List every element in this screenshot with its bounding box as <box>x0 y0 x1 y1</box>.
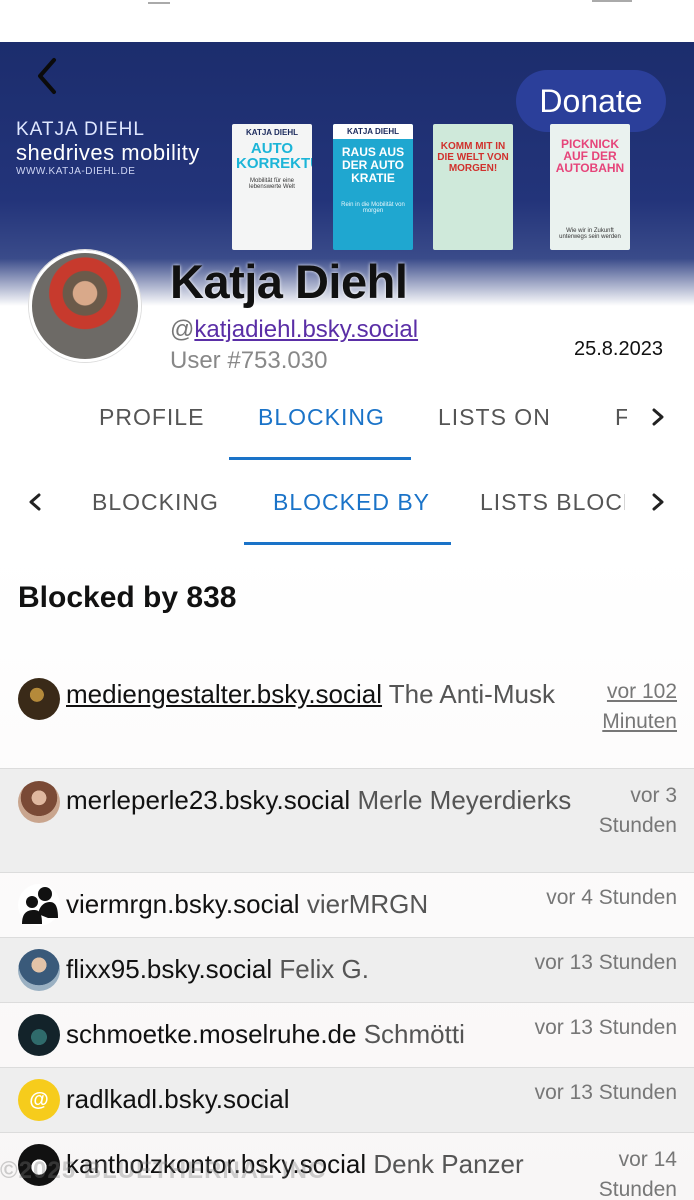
blocked-time-line: vor 13 Stunden <box>534 1081 677 1104</box>
tab-blocking[interactable]: BLOCKING <box>258 404 385 431</box>
blocked-time-line: Stunden <box>598 1178 677 1200</box>
subtab-blocking[interactable]: BLOCKING <box>92 489 219 516</box>
blocked-time[interactable]: vor 3 Stunden <box>557 781 677 841</box>
user-handle[interactable]: radlkadl.bsky.social <box>66 1084 290 1114</box>
blocked-time-line: vor 13 Stunden <box>534 951 677 974</box>
blocked-time-line: vor 13 Stunden <box>534 1016 677 1039</box>
tabs-scroll-right[interactable] <box>648 402 668 432</box>
user-display-name: vierMRGN <box>306 889 429 919</box>
book-cover: KATJA DIEHL RAUS AUS DER AUTO KRATIE Rei… <box>333 124 413 250</box>
user-handle[interactable]: merleperle23.bsky.social <box>66 785 350 815</box>
book-cover: KATJA DIEHL AUTO KORREKTUR Mobilität für… <box>232 124 312 250</box>
book-title: RAUS AUS DER AUTO KRATIE <box>341 145 405 185</box>
subtab-lists-blocking[interactable]: LISTS BLOCKING <box>480 489 625 516</box>
list-item[interactable]: mediengestalter.bsky.social The Anti-Mus… <box>0 651 694 768</box>
user-display-name: Felix G. <box>279 954 369 984</box>
profile-avatar <box>29 250 141 362</box>
donate-button[interactable]: Donate <box>516 70 666 132</box>
profile-name: Katja Diehl <box>170 255 408 308</box>
book-title: PICKNICK AUF DER AUTOBAHN <box>555 137 625 175</box>
blocked-time[interactable]: vor 13 Stunden <box>507 1013 677 1043</box>
blocked-time[interactable]: vor 4 Stunden <box>507 883 677 913</box>
user-display-name: Schmötti <box>363 1019 465 1049</box>
list-item[interactable]: flixx95.bsky.social Felix G. vor 13 Stun… <box>0 937 694 1002</box>
blocked-time-line: vor 14 <box>618 1148 677 1171</box>
chevron-left-icon <box>29 493 41 511</box>
book-subtitle: Rein in die Mobilität von morgen <box>341 202 405 214</box>
user-entry: schmoetke.moselruhe.de Schmötti <box>18 1013 578 1056</box>
primary-tabs: PROFILE BLOCKING LISTS ON F <box>0 378 694 460</box>
book-author: KATJA DIEHL <box>246 128 298 137</box>
brand-tagline: shedrives mobility <box>16 140 200 165</box>
book-cover: PICKNICK AUF DER AUTOBAHN Wie wir in Zuk… <box>550 124 630 250</box>
blocked-by-panel: Blocked by 838 mediengestalter.bsky.soci… <box>0 548 694 1200</box>
user-entry: merleperle23.bsky.social Merle Meyerdier… <box>18 779 578 822</box>
blocked-time-line: vor 4 Stunden <box>546 886 677 909</box>
blocked-time-line: vor 3 <box>630 784 677 807</box>
subtab-blocked-by[interactable]: BLOCKED BY <box>273 489 430 516</box>
user-display-name: Merle Meyerdierks <box>357 785 572 815</box>
list-item[interactable]: viermrgn.bsky.social vierMRGN vor 4 Stun… <box>0 872 694 937</box>
tab-more[interactable]: F <box>615 404 627 431</box>
handle-prefix: @ <box>170 316 195 343</box>
active-tab-indicator <box>229 457 411 460</box>
user-entry: radlkadl.bsky.social <box>18 1078 578 1121</box>
user-handle[interactable]: flixx95.bsky.social <box>66 954 272 984</box>
chevron-left-icon <box>38 58 56 94</box>
blocked-time[interactable]: vor 14 Stunden <box>557 1145 677 1200</box>
user-handle[interactable]: mediengestalter.bsky.social <box>66 679 382 709</box>
blocked-time-line: Minuten <box>602 710 677 733</box>
user-entry: mediengestalter.bsky.social The Anti-Mus… <box>18 673 578 716</box>
active-subtab-indicator <box>244 542 451 545</box>
brand-url: WWW.KATJA-DIEHL.DE <box>16 166 136 177</box>
book-subtitle: Mobilität für eine lebenswerte Welt <box>249 178 295 190</box>
tab-profile[interactable]: PROFILE <box>99 404 204 431</box>
blocked-time[interactable]: vor 102 Minuten <box>557 677 677 737</box>
back-button[interactable] <box>28 54 68 98</box>
profile-handle: @katjadiehl.bsky.social <box>170 316 418 344</box>
status-glyph <box>148 0 170 4</box>
subtabs-scroll-right[interactable] <box>648 487 668 517</box>
copyright-watermark: ©2025 BLUETHERNAL INC <box>0 1157 327 1184</box>
user-display-name: Denk Panzer <box>373 1149 524 1179</box>
blocked-time[interactable]: vor 13 Stunden <box>507 948 677 978</box>
blocked-time[interactable]: vor 13 Stunden <box>507 1078 677 1108</box>
user-display-name: The Anti-Musk <box>388 679 555 709</box>
user-entry: viermrgn.bsky.social vierMRGN <box>18 883 578 926</box>
user-handle[interactable]: schmoetke.moselruhe.de <box>66 1019 356 1049</box>
profile-handle-link[interactable]: katjadiehl.bsky.social <box>194 316 418 343</box>
blocked-time-line: vor 102 <box>606 680 677 703</box>
book-author: KATJA DIEHL <box>333 124 413 139</box>
brand-name: KATJA DIEHL <box>16 119 145 140</box>
list-item[interactable]: merleperle23.bsky.social Merle Meyerdier… <box>0 768 694 872</box>
book-title: AUTO KORREKTUR <box>236 140 312 172</box>
list-item[interactable]: @ radlkadl.bsky.social vor 13 Stunden <box>0 1067 694 1132</box>
user-entry: flixx95.bsky.social Felix G. <box>18 948 578 991</box>
join-date: 25.8.2023 <box>574 338 663 360</box>
list-item[interactable]: schmoetke.moselruhe.de Schmötti vor 13 S… <box>0 1002 694 1067</box>
book-cover: KOMM MIT IN DIE WELT VON MORGEN! <box>433 124 513 250</box>
chevron-right-icon <box>652 493 664 511</box>
status-strip <box>0 0 694 42</box>
user-handle[interactable]: viermrgn.bsky.social <box>66 889 300 919</box>
chevron-right-icon <box>652 408 664 426</box>
blocked-time-line: Stunden <box>598 814 677 837</box>
user-number: User #753.030 <box>170 347 328 374</box>
secondary-tabs: BLOCKING BLOCKED BY LISTS BLOCKING <box>0 463 694 545</box>
subtabs-scroll-left[interactable] <box>25 487 45 517</box>
status-glyph <box>592 0 632 2</box>
book-subtitle: Wie wir in Zukunft unterwegs sein werden <box>559 228 621 240</box>
section-title: Blocked by 838 <box>18 581 237 614</box>
tab-lists-on[interactable]: LISTS ON <box>438 404 551 431</box>
book-title: KOMM MIT IN DIE WELT VON MORGEN! <box>437 141 509 174</box>
